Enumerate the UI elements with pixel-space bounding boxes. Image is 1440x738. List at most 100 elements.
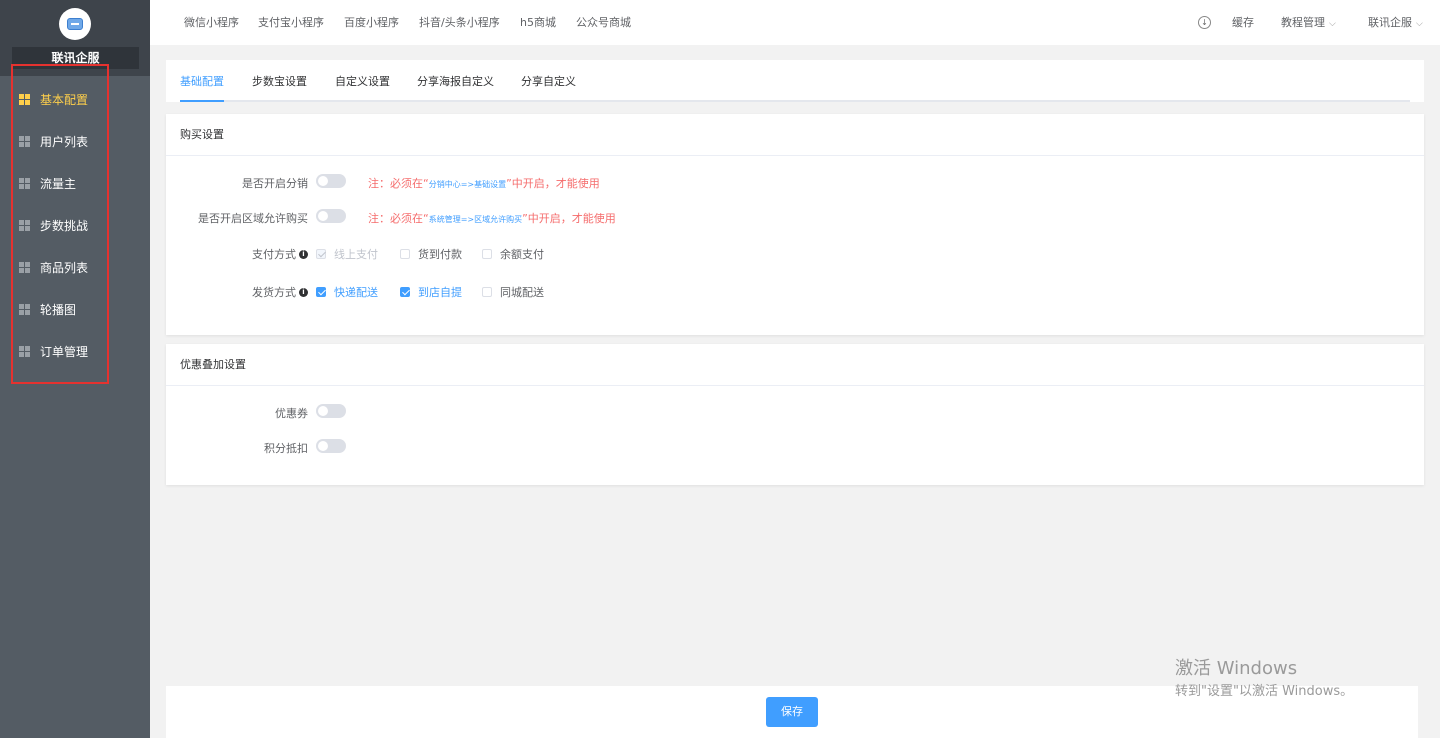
checkbox-label: 线上支付 bbox=[334, 248, 378, 261]
distribution-row: 是否开启分销 注：必须在“分销中心=>基础设置”中开启，才能使用 bbox=[166, 172, 1424, 192]
payment-online-checkbox[interactable]: 线上支付 bbox=[316, 246, 378, 262]
sidebar-header: 联讯企服 bbox=[0, 0, 150, 76]
checkbox-box bbox=[482, 287, 492, 297]
cache-link[interactable]: 缓存 bbox=[1232, 0, 1254, 45]
field-label: 积分抵扣 bbox=[264, 442, 308, 455]
tabs-divider bbox=[180, 100, 1410, 102]
note-suffix: ”中开启，才能使用 bbox=[522, 212, 616, 225]
checkbox-label: 到店自提 bbox=[418, 286, 462, 299]
activation-watermark-hint: 转到"设置"以激活 Windows。 bbox=[1175, 684, 1354, 699]
grid-icon bbox=[19, 135, 30, 147]
field-label: 优惠券 bbox=[275, 407, 308, 420]
note-suffix: ”中开启，才能使用 bbox=[506, 177, 600, 190]
note-path: 系统管理=>区域允许购买 bbox=[428, 215, 523, 224]
checkbox-box bbox=[316, 249, 326, 259]
points-switch[interactable] bbox=[316, 439, 346, 453]
sidebar-item-label: 订单管理 bbox=[40, 344, 89, 359]
sidebar-item-step-challenge[interactable]: 步数挑战 bbox=[0, 204, 150, 246]
logo bbox=[59, 8, 91, 40]
field-label: 是否开启分销 bbox=[242, 177, 308, 190]
tab-share-custom[interactable]: 分享自定义 bbox=[521, 73, 576, 89]
tab-alipay-miniprogram[interactable]: 支付宝小程序 bbox=[258, 0, 324, 45]
account-label: 联讯企服 bbox=[1368, 16, 1412, 29]
tab-official-account-mall[interactable]: 公众号商城 bbox=[576, 0, 631, 45]
sidebar-item-order-management[interactable]: 订单管理 bbox=[0, 330, 150, 372]
sidebar-item-label: 基本配置 bbox=[40, 92, 89, 107]
discount-settings-card: 优惠叠加设置 优惠券 积分抵扣 bbox=[166, 344, 1424, 485]
field-label: 支付方式 i bbox=[252, 246, 308, 262]
payment-row: 支付方式 i 线上支付 货到付款 余额支付 bbox=[166, 243, 1424, 263]
note-path: 分销中心=>基础设置 bbox=[428, 180, 507, 189]
checkbox-label: 货到付款 bbox=[418, 248, 462, 261]
payment-label: 支付方式 bbox=[252, 248, 296, 261]
tab-share-poster-custom[interactable]: 分享海报自定义 bbox=[417, 73, 494, 89]
points-row: 积分抵扣 bbox=[166, 437, 1424, 457]
sidebar-item-label: 流量主 bbox=[40, 176, 77, 191]
distribution-switch[interactable] bbox=[316, 174, 346, 188]
purchase-settings-card: 购买设置 是否开启分销 注：必须在“分销中心=>基础设置”中开启，才能使用 是否… bbox=[166, 114, 1424, 335]
grid-icon bbox=[19, 219, 30, 231]
tutorial-label: 教程管理 bbox=[1281, 16, 1325, 29]
checkbox-box bbox=[400, 249, 410, 259]
field-label: 是否开启区域允许购买 bbox=[198, 212, 308, 225]
payment-balance-checkbox[interactable]: 余额支付 bbox=[482, 246, 544, 262]
sidebar-item-label: 商品列表 bbox=[40, 260, 89, 275]
sidebar-item-label: 轮播图 bbox=[40, 302, 77, 317]
grid-icon bbox=[19, 261, 30, 273]
sidebar-item-label: 步数挑战 bbox=[40, 218, 89, 233]
save-button[interactable]: 保存 bbox=[766, 697, 818, 727]
coupon-switch[interactable] bbox=[316, 404, 346, 418]
region-row: 是否开启区域允许购买 注：必须在“系统管理=>区域允许购买”中开启，才能使用 bbox=[166, 207, 1424, 227]
coupon-row: 优惠券 bbox=[166, 402, 1424, 422]
top-nav: 微信小程序 支付宝小程序 百度小程序 抖音/头条小程序 h5商城 公众号商城 ↓… bbox=[150, 0, 1440, 45]
delivery-row: 发货方式 i 快递配送 到店自提 同城配送 bbox=[166, 281, 1424, 301]
info-icon[interactable]: i bbox=[299, 287, 308, 297]
distribution-note: 注：必须在“分销中心=>基础设置”中开启，才能使用 bbox=[368, 175, 600, 191]
note-prefix: 注：必须在“ bbox=[368, 177, 429, 190]
checkbox-label: 余额支付 bbox=[500, 248, 544, 261]
checkbox-box bbox=[316, 287, 326, 297]
grid-icon bbox=[19, 177, 30, 189]
info-icon[interactable]: i bbox=[299, 249, 308, 259]
payment-cod-checkbox[interactable]: 货到付款 bbox=[400, 246, 462, 262]
account-menu[interactable]: 联讯企服 ⌵ bbox=[1368, 0, 1423, 45]
checkbox-box bbox=[482, 249, 492, 259]
settings-tabs: 基础配置 步数宝设置 自定义设置 分享海报自定义 分享自定义 bbox=[166, 60, 1424, 102]
sidebar-item-label: 用户列表 bbox=[40, 134, 89, 149]
delivery-pickup-checkbox[interactable]: 到店自提 bbox=[400, 284, 462, 300]
tab-custom-settings[interactable]: 自定义设置 bbox=[335, 73, 390, 89]
brand-name: 联讯企服 bbox=[12, 47, 139, 69]
card-title: 购买设置 bbox=[166, 114, 1424, 156]
tab-douyin-miniprogram[interactable]: 抖音/头条小程序 bbox=[419, 0, 500, 45]
tab-basic-config[interactable]: 基础配置 bbox=[180, 73, 224, 89]
tutorial-menu[interactable]: 教程管理 ⌵ bbox=[1281, 0, 1336, 45]
checkbox-label: 同城配送 bbox=[500, 286, 544, 299]
sidebar-item-basic-config[interactable]: 基本配置 bbox=[0, 78, 150, 120]
region-switch[interactable] bbox=[316, 209, 346, 223]
tab-step-treasure-settings[interactable]: 步数宝设置 bbox=[252, 73, 307, 89]
region-note: 注：必须在“系统管理=>区域允许购买”中开启，才能使用 bbox=[368, 210, 616, 226]
grid-icon bbox=[19, 345, 30, 357]
chevron-down-icon: ⌵ bbox=[1416, 19, 1423, 29]
sidebar-item-carousel[interactable]: 轮播图 bbox=[0, 288, 150, 330]
checkbox-box bbox=[400, 287, 410, 297]
grid-icon bbox=[19, 93, 30, 105]
sidebar-item-user-list[interactable]: 用户列表 bbox=[0, 120, 150, 162]
active-tab-indicator bbox=[180, 100, 224, 102]
download-icon[interactable]: ↓ bbox=[1198, 16, 1211, 29]
tab-baidu-miniprogram[interactable]: 百度小程序 bbox=[344, 0, 399, 45]
store-icon bbox=[67, 18, 83, 30]
tab-wechat-miniprogram[interactable]: 微信小程序 bbox=[184, 0, 239, 45]
grid-icon bbox=[19, 303, 30, 315]
delivery-local-checkbox[interactable]: 同城配送 bbox=[482, 284, 544, 300]
sidebar-item-product-list[interactable]: 商品列表 bbox=[0, 246, 150, 288]
sidebar-item-traffic-owner[interactable]: 流量主 bbox=[0, 162, 150, 204]
tab-h5-mall[interactable]: h5商城 bbox=[520, 0, 556, 45]
card-title: 优惠叠加设置 bbox=[166, 344, 1424, 386]
chevron-down-icon: ⌵ bbox=[1329, 19, 1336, 29]
sidebar-menu: 基本配置 用户列表 流量主 步数挑战 商品列表 轮播图 订单管理 bbox=[0, 78, 150, 372]
delivery-express-checkbox[interactable]: 快递配送 bbox=[316, 284, 378, 300]
delivery-label: 发货方式 bbox=[252, 286, 296, 299]
checkbox-label: 快递配送 bbox=[334, 286, 378, 299]
activation-watermark-title: 激活 Windows bbox=[1175, 658, 1298, 679]
